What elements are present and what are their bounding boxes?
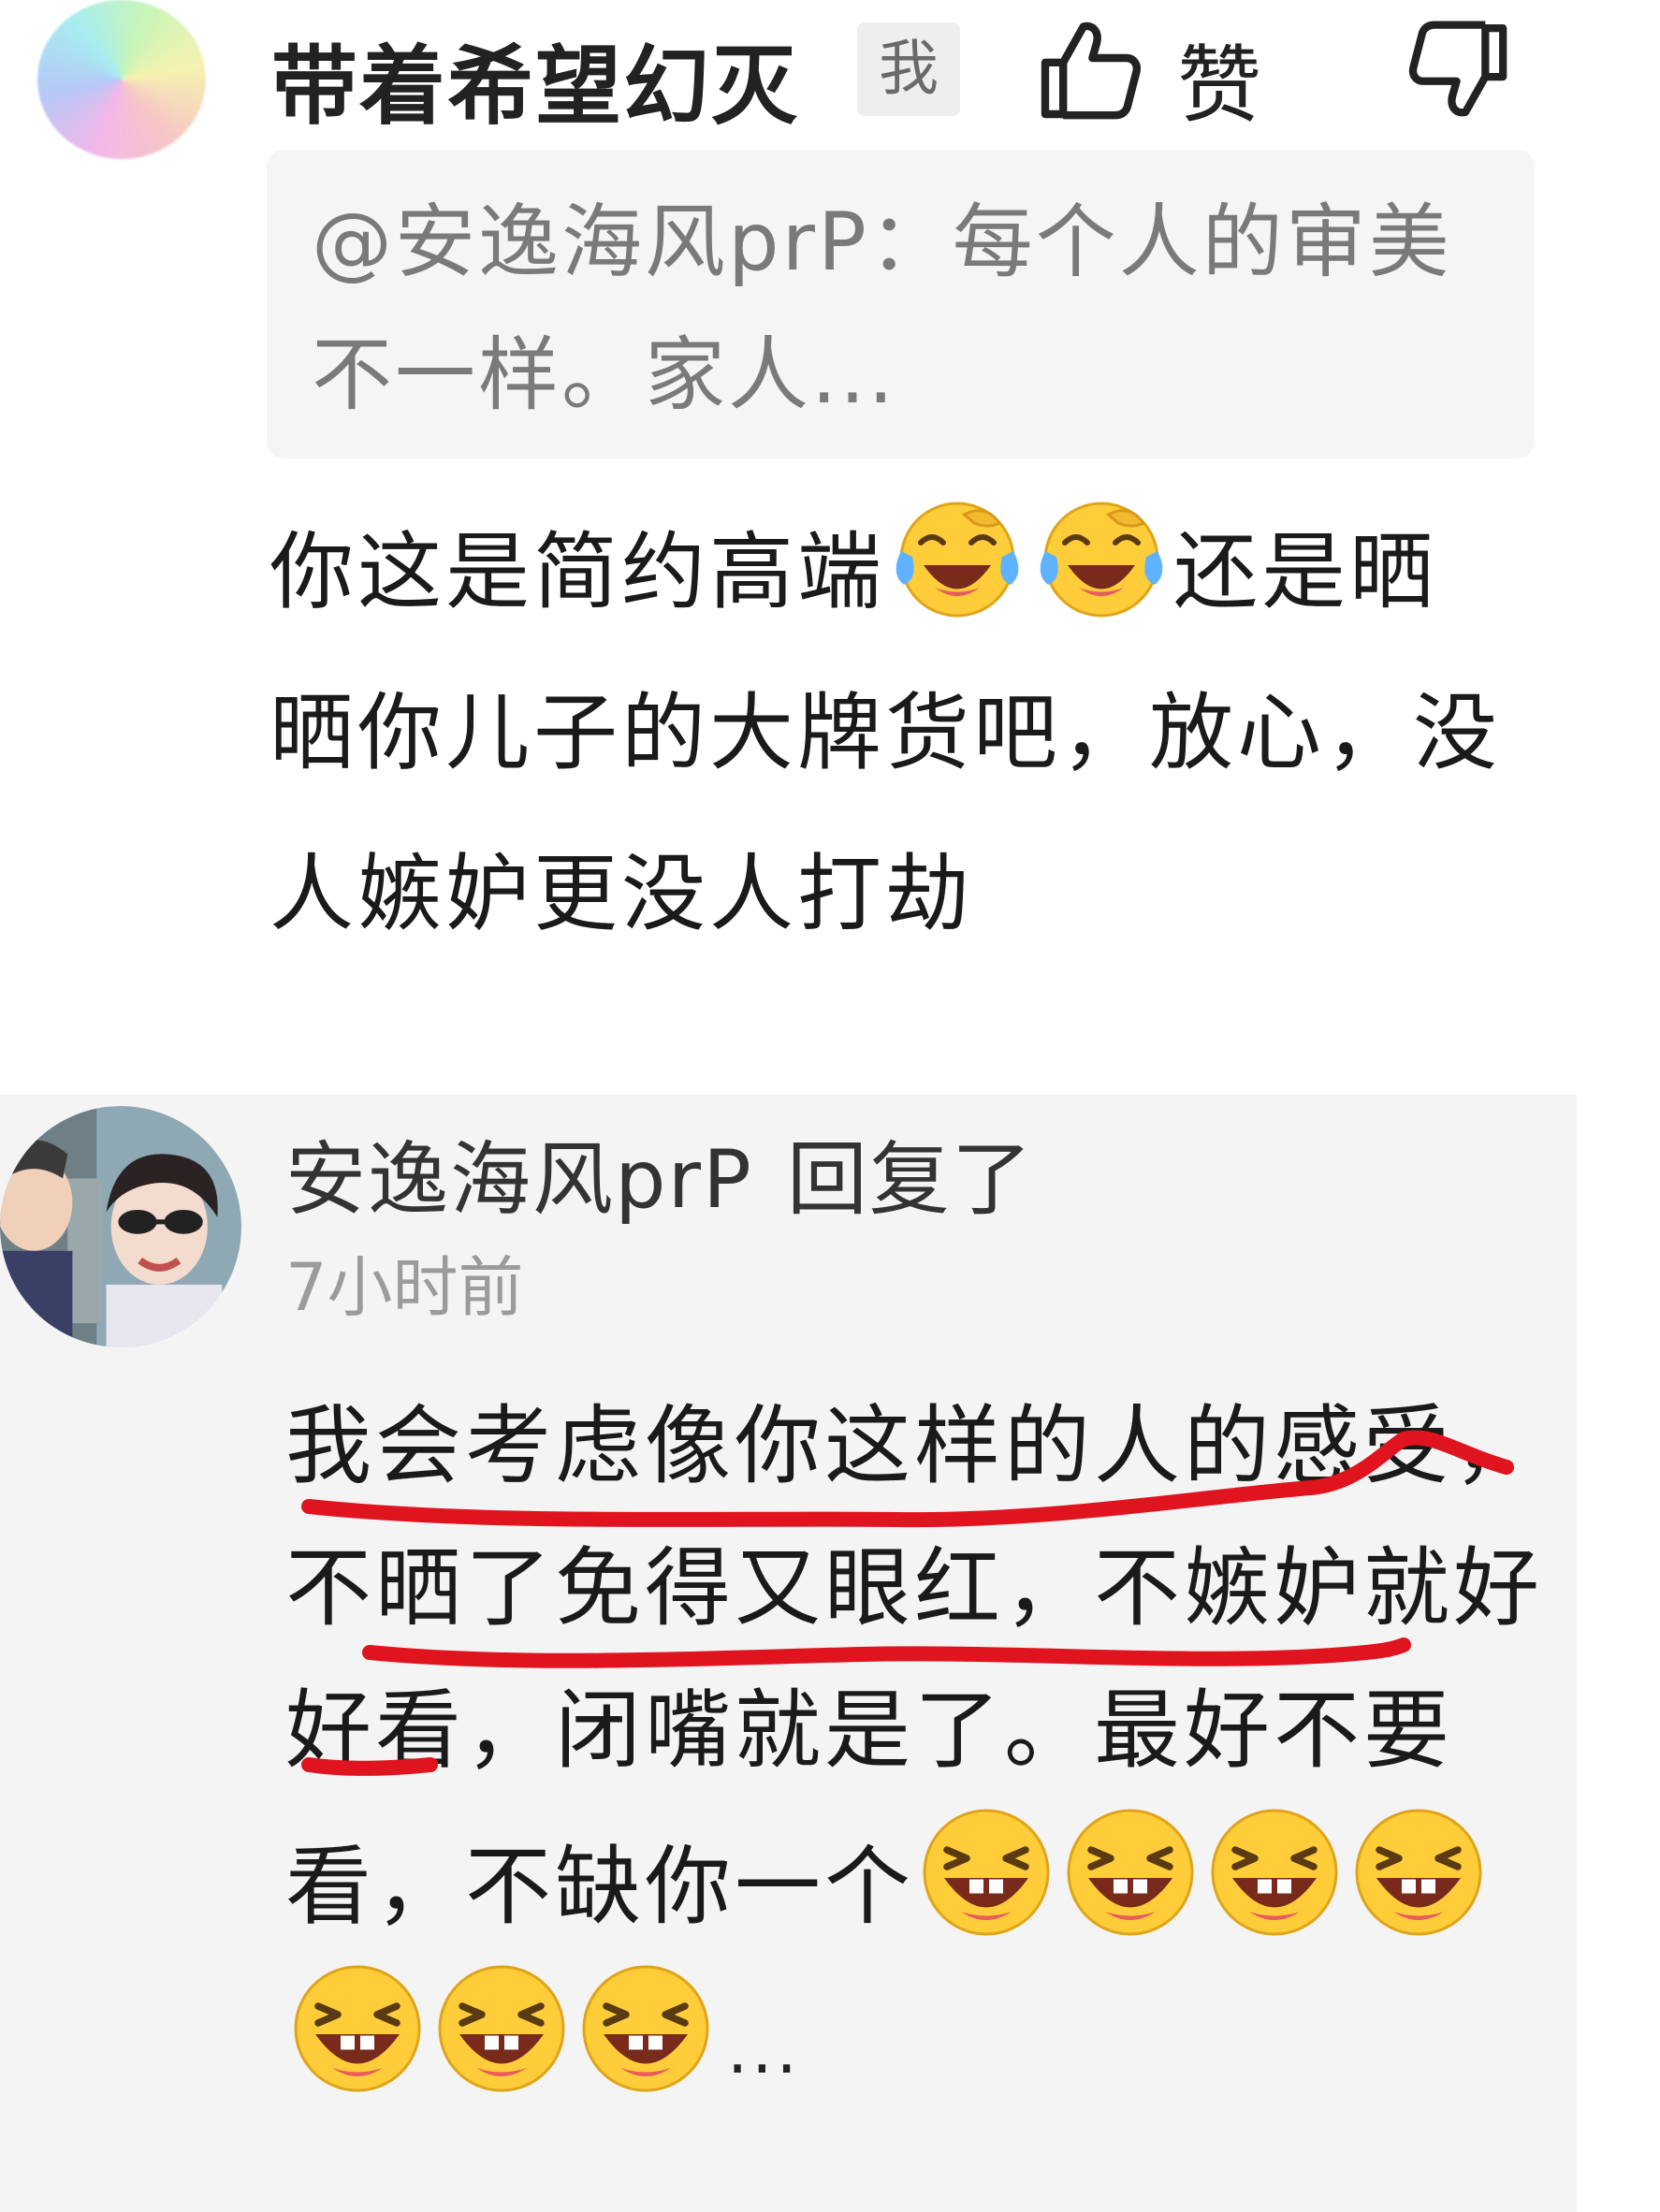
- reply-action-label: 回复了: [786, 1133, 1034, 1227]
- comment-text-part1: 你这是简约高端: [269, 523, 885, 621]
- thumbs-down-icon[interactable]: [1404, 15, 1514, 125]
- reply-username[interactable]: 安逸海风prP: [285, 1133, 753, 1227]
- reply-timestamp: 7小时前: [285, 1249, 524, 1326]
- comment-card: 带着希望幻灭 我 赞 @安逸海风prP：每个人的审美不一样。家人... 你这是简…: [0, 0, 1660, 1095]
- laughing-emoji: [294, 1965, 421, 2092]
- comment-username[interactable]: 带着希望幻灭: [271, 17, 799, 141]
- crying-laughing-emoji: [1040, 502, 1163, 618]
- laughing-emoji: [923, 1809, 1050, 1936]
- laughing-emoji: [1211, 1809, 1338, 1936]
- avatar[interactable]: [0, 1106, 241, 1347]
- reply-text: 我会考虑像你这样的人的感受，不晒了免得又眼红，不嫉妒就好好看，闭嘴就是了。最好不…: [285, 1375, 1567, 2121]
- laughing-emoji: [1355, 1809, 1482, 1936]
- reply-card: 安逸海风prP 回复了 7小时前 我会考虑像你这样的人的感受，不晒了免得又眼红，不…: [0, 1095, 1577, 2212]
- quoted-comment-text: @安逸海风prP：每个人的审美不一样。家人...: [312, 196, 1452, 422]
- laughing-emoji: [582, 1965, 709, 2092]
- comment-text: 你这是简约高端 还是晒晒你儿子的大牌货吧，放心，没人嫉妒更没人打劫: [269, 487, 1523, 975]
- thumbs-up-icon[interactable]: [1034, 13, 1146, 125]
- laughing-emoji: [438, 1965, 565, 2092]
- like-label[interactable]: 赞: [1177, 17, 1261, 138]
- reply-ellipsis: ...: [727, 2012, 801, 2088]
- laughing-emoji: [1067, 1809, 1194, 1936]
- reply-header: 安逸海风prP 回复了: [285, 1113, 1034, 1230]
- crying-laughing-emoji: [896, 502, 1019, 618]
- avatar[interactable]: [37, 0, 206, 159]
- quoted-comment[interactable]: @安逸海风prP：每个人的审美不一样。家人...: [267, 150, 1535, 458]
- me-badge: 我: [857, 22, 960, 116]
